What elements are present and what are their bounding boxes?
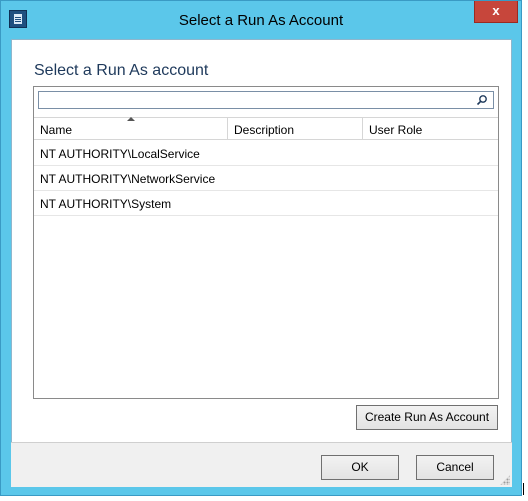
dialog-window: Select a Run As Account x Select a Run A… xyxy=(0,0,522,496)
column-label-name: Name xyxy=(40,123,73,137)
search-input[interactable] xyxy=(38,91,494,109)
page-title: Select a Run As account xyxy=(34,62,209,79)
accounts-grid: Name Description User Role NT AUTHORITY\… xyxy=(33,86,499,399)
window-title: Select a Run As Account xyxy=(178,12,344,29)
table-row[interactable]: NT AUTHORITY\LocalService xyxy=(34,141,498,166)
column-label-description: Description xyxy=(234,123,295,137)
cell-name: NT AUTHORITY\NetworkService xyxy=(40,172,216,186)
cell-name: NT AUTHORITY\System xyxy=(40,197,172,211)
search-icon[interactable] xyxy=(476,94,488,106)
title-bar[interactable]: Select a Run As Account x xyxy=(1,1,521,39)
table-row[interactable]: NT AUTHORITY\NetworkService xyxy=(34,166,498,191)
sort-ascending-icon xyxy=(127,117,135,121)
column-header-user-role[interactable]: User Role xyxy=(362,118,498,140)
table-row[interactable]: NT AUTHORITY\System xyxy=(34,191,498,216)
cancel-button[interactable]: Cancel xyxy=(416,455,494,480)
resize-grip-icon[interactable] xyxy=(500,475,510,485)
close-button[interactable]: x xyxy=(474,1,518,23)
cell-name: NT AUTHORITY\LocalService xyxy=(40,147,200,161)
create-run-as-account-button[interactable]: Create Run As Account xyxy=(356,405,498,430)
dialog-footer: OK Cancel xyxy=(11,442,512,487)
table-header: Name Description User Role xyxy=(34,117,498,140)
dialog-content: Select a Run As account Name Description… xyxy=(11,39,512,442)
column-label-user-role: User Role xyxy=(369,123,423,137)
column-header-description[interactable]: Description xyxy=(227,118,362,140)
ok-button[interactable]: OK xyxy=(321,455,399,480)
column-header-name[interactable]: Name xyxy=(34,117,227,140)
text-cursor xyxy=(523,483,524,495)
